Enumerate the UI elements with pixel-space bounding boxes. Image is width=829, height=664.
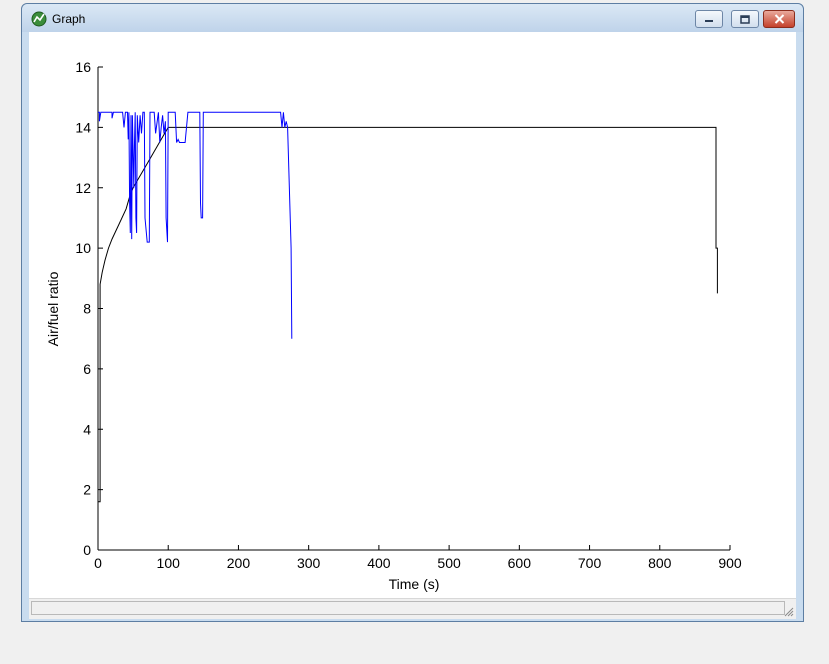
minimize-button[interactable] (695, 10, 723, 28)
window-title: Graph (52, 12, 86, 26)
y-tick-label: 6 (83, 361, 91, 377)
graph-window: Graph 0 2 4 6 8 10 12 14 16 0 100 200 300 400 500 600 70… (21, 3, 804, 622)
x-axis-label: Time (s) (389, 576, 440, 592)
x-tick-label: 500 (437, 555, 461, 571)
x-tick-label: 100 (157, 555, 181, 571)
x-tick-label: 700 (578, 555, 602, 571)
chart: 0 2 4 6 8 10 12 14 16 0 100 200 300 400 500 600 700 800 90… (45, 59, 742, 592)
close-icon (774, 14, 784, 24)
x-tick-label: 400 (367, 555, 391, 571)
graph-canvas: 0 2 4 6 8 10 12 14 16 0 100 200 300 400 500 600 700 800 90… (29, 32, 796, 598)
plot-area: 0 2 4 6 8 10 12 14 16 0 100 200 300 400 500 600 700 800 90… (75, 59, 741, 571)
maximize-button[interactable] (731, 10, 759, 28)
x-tick-label: 600 (508, 555, 532, 571)
series-line-1 (97, 126, 718, 550)
y-tick-label: 10 (75, 240, 91, 256)
status-bar (29, 598, 796, 619)
y-axis-label: Air/fuel ratio (45, 271, 61, 346)
x-tick-label: 200 (227, 555, 251, 571)
x-tick-label: 0 (94, 555, 102, 571)
resize-grip-icon[interactable] (783, 606, 794, 617)
y-tick-label: 0 (83, 542, 91, 558)
close-button[interactable] (763, 10, 795, 28)
y-tick-label: 4 (83, 421, 91, 437)
title-bar[interactable]: Graph (22, 4, 803, 32)
y-tick-label: 8 (83, 301, 91, 317)
status-field (31, 601, 785, 615)
x-tick-label: 900 (718, 555, 742, 571)
x-tick-label: 300 (297, 555, 321, 571)
series-line-2 (98, 111, 293, 339)
y-tick-label: 16 (75, 59, 91, 75)
y-tick-label: 12 (75, 180, 91, 196)
y-tick-label: 2 (83, 482, 91, 498)
graph-app-icon (31, 11, 47, 27)
maximize-icon (740, 14, 750, 24)
minimize-icon (705, 20, 713, 22)
y-tick-label: 14 (75, 119, 91, 135)
x-tick-label: 800 (648, 555, 672, 571)
